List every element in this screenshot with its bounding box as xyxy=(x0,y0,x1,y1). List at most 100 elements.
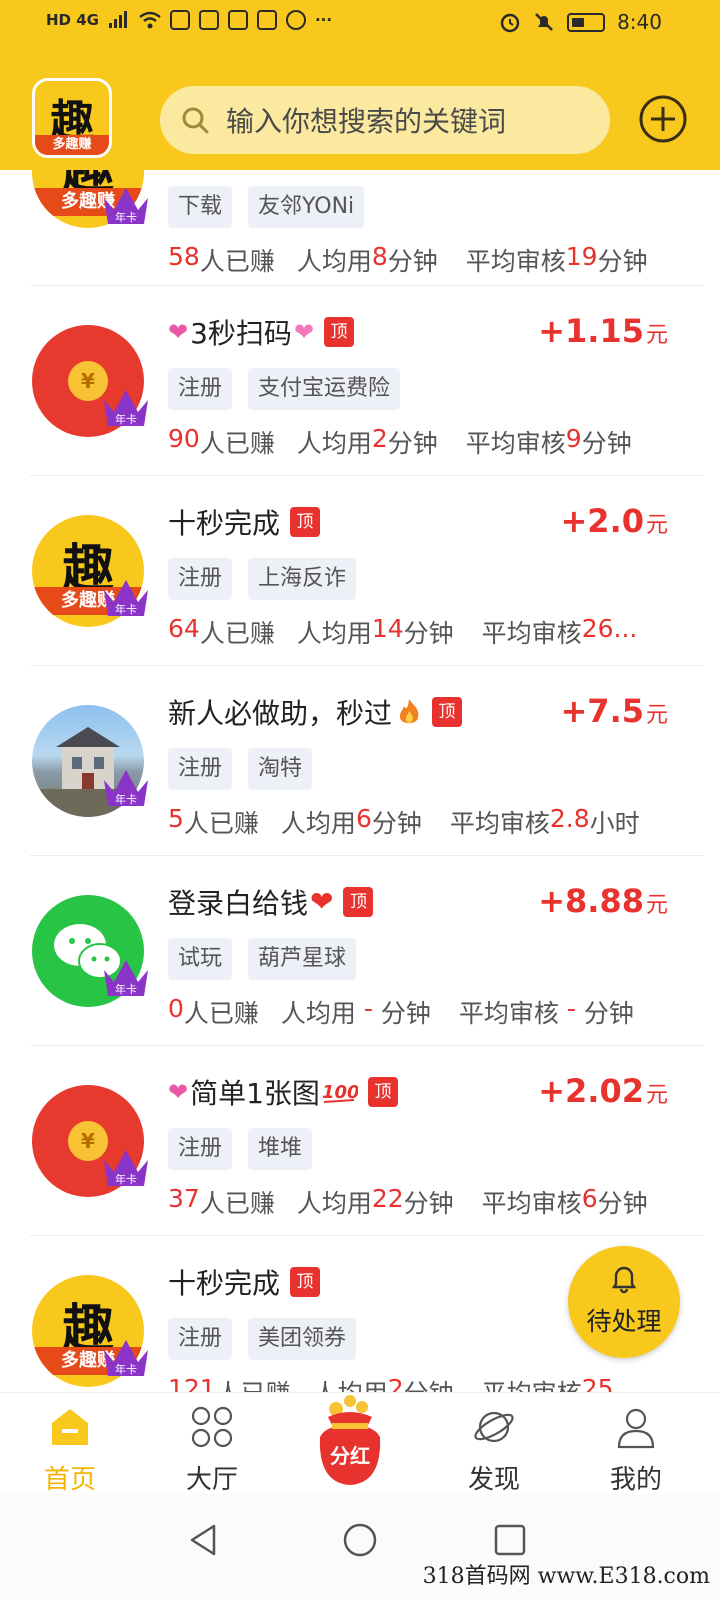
earned-label: 人已赚 xyxy=(199,247,275,276)
task-item[interactable]: ¥ 年卡 ❤ 简单1张图 100 顶 +2.02元 注册 堆堆 37 人已赚 人均… xyxy=(0,1046,720,1236)
annual-card-badge-icon: 年卡 xyxy=(104,1150,148,1186)
avg-label: 人均用 xyxy=(296,429,372,458)
pending-button[interactable]: 待处理 xyxy=(568,1246,680,1358)
review-unit: 小时 xyxy=(589,809,640,838)
avg-unit: 分钟 xyxy=(371,809,422,838)
status-right: 8:40 xyxy=(499,10,662,34)
task-stats: 90 人已赚 人均用 2 分钟 平均审核 9 分钟 xyxy=(168,424,632,460)
signal-icon xyxy=(108,11,127,28)
annual-card-badge-icon: 年卡 xyxy=(104,1340,148,1376)
review-unit: 分钟 xyxy=(581,429,632,458)
task-title-row: 新人必做助，秒过 顶 xyxy=(168,692,463,732)
tab-profile[interactable]: 我的 xyxy=(576,1401,696,1495)
pinned-badge: 顶 xyxy=(432,697,463,727)
task-reward: +2.02元 xyxy=(538,1072,668,1110)
tab-hall[interactable]: 大厅 xyxy=(152,1401,272,1495)
task-stats: 5 人已赚 人均用 6 分钟 平均审核 2.8 小时 xyxy=(168,804,640,840)
tab-discover[interactable]: 发现 xyxy=(434,1401,554,1495)
task-reward: +8.88元 xyxy=(538,882,668,920)
watermark: 318首码网 www.E318.com xyxy=(422,1564,710,1589)
earned-count: 64 xyxy=(168,614,200,643)
task-item[interactable]: ¥ 年卡 ❤ 3秒扫码 ❤ 顶 +1.15元 注册 支付宝运费险 90 人已赚 人… xyxy=(0,286,720,476)
hearts-icon: ❤ xyxy=(293,318,315,346)
review-time: - xyxy=(558,994,584,1023)
tab-label: 发现 xyxy=(467,1465,520,1495)
earned-label: 人已赚 xyxy=(199,619,275,648)
home-circle-icon[interactable] xyxy=(342,1522,378,1558)
pinned-badge: 顶 xyxy=(367,1077,398,1107)
task-item[interactable]: 趣 多趣赚 年卡 下载 友邻YONi 58 人已赚 人均用 8 分钟 平均审核 19 分钟 xyxy=(0,170,720,286)
task-tags: 注册 淘特 xyxy=(168,748,313,790)
search-icon xyxy=(182,107,209,134)
system-nav-bar: 318首码网 www.E318.com xyxy=(0,1494,720,1600)
play-icon xyxy=(256,10,277,30)
task-item[interactable]: 年卡 新人必做助，秒过 顶 +7.5元 注册 淘特 5 人已赚 人均用 6 分钟 平均… xyxy=(0,666,720,856)
task-title-row: ❤ 简单1张图 100 顶 xyxy=(168,1072,398,1112)
avg-label: 人均用 xyxy=(280,809,356,838)
task-item[interactable]: 年卡 登录白给钱 ❤ 顶 +8.88元 试玩 葫芦星球 0 人已赚 人均用 - 分… xyxy=(0,856,720,1046)
badge-text: 年卡 xyxy=(115,982,137,996)
grid-icon xyxy=(191,1406,233,1448)
badge-text: 年卡 xyxy=(115,1172,137,1186)
annual-card-badge-icon: 年卡 xyxy=(104,390,148,426)
badge-text: 年卡 xyxy=(115,210,137,224)
app-logo[interactable]: 趣 多趣赚 xyxy=(32,78,112,158)
badge-text: 年卡 xyxy=(115,602,137,616)
task-title-row: 十秒完成 顶 xyxy=(168,1262,321,1302)
back-icon[interactable] xyxy=(186,1522,222,1558)
hundred-points-icon: 100 xyxy=(322,1082,358,1103)
review-time: 2.8 xyxy=(549,804,590,833)
qq-icon xyxy=(169,10,190,30)
avg-time: 14 xyxy=(371,614,404,643)
dividend-label: 分红 xyxy=(330,1444,370,1468)
avg-label: 人均用 xyxy=(296,619,372,648)
search-input[interactable]: 输入你想搜索的关键词 xyxy=(160,86,610,154)
task-tag: 注册 xyxy=(168,368,233,410)
earned-count: 90 xyxy=(168,424,200,453)
logo-sub-text: 多趣赚 xyxy=(35,135,109,155)
search-placeholder: 输入你想搜索的关键词 xyxy=(226,105,507,138)
task-title: 十秒完成 xyxy=(168,507,281,540)
badge-text: 年卡 xyxy=(115,412,137,426)
bottom-tab-bar: 首页 大厅 分红 发现 我的 xyxy=(0,1392,720,1495)
recents-icon[interactable] xyxy=(492,1522,528,1558)
task-item[interactable]: 趣 多趣赚 年卡 十秒完成 顶 +2.0元 注册 上海反诈 64 人已赚 人均用 1… xyxy=(0,476,720,666)
reward-unit: 元 xyxy=(645,513,668,538)
annual-card-badge-icon: 年卡 xyxy=(104,188,148,224)
reward-amount: +1.15 xyxy=(538,312,644,350)
task-tag: 上海反诈 xyxy=(248,558,357,600)
add-icon[interactable] xyxy=(638,94,688,144)
tab-home[interactable]: 首页 xyxy=(10,1401,130,1495)
bell-icon xyxy=(611,1266,637,1294)
avg-label: 人均用 xyxy=(296,247,372,276)
task-stats: 64 人已赚 人均用 14 分钟 平均审核 26... xyxy=(168,614,637,650)
avg-unit: 分钟 xyxy=(403,619,454,648)
tab-label: 我的 xyxy=(609,1465,662,1495)
wifi-icon xyxy=(139,11,161,29)
tab-dividend[interactable]: 分红 xyxy=(298,1387,402,1491)
task-title: 十秒完成 xyxy=(168,1267,281,1300)
status-left: HD 4G ··· xyxy=(46,10,332,30)
task-stats: 37 人已赚 人均用 22 分钟 平均审核 6 分钟 xyxy=(168,1184,648,1220)
earned-label: 人已赚 xyxy=(183,809,259,838)
task-title-row: 登录白给钱 ❤ 顶 xyxy=(168,882,374,922)
reward-amount: +2.0 xyxy=(560,502,644,540)
task-reward: +1.15元 xyxy=(538,312,668,350)
task-tag: 注册 xyxy=(168,558,233,600)
review-unit: 分钟 xyxy=(597,1189,648,1218)
reward-unit: 元 xyxy=(645,703,668,728)
tab-label: 大厅 xyxy=(185,1465,238,1495)
task-title: 新人必做助，秒过 xyxy=(168,697,393,730)
review-time: 19 xyxy=(565,242,598,271)
avg-label: 人均用 xyxy=(280,999,356,1028)
task-tag: 淘特 xyxy=(248,748,313,790)
review-time: 26... xyxy=(581,614,638,643)
task-list: 趣 多趣赚 年卡 下载 友邻YONi 58 人已赚 人均用 8 分钟 平均审核 19 分钟… xyxy=(0,170,720,1426)
person-icon xyxy=(617,1408,655,1449)
ball-icon xyxy=(285,10,306,30)
review-label: 平均审核 xyxy=(458,999,559,1028)
network-indicator: HD 4G xyxy=(46,11,99,29)
alarm-icon xyxy=(500,13,520,33)
task-reward: +7.5元 xyxy=(560,692,668,730)
pinned-badge: 顶 xyxy=(290,1267,321,1297)
